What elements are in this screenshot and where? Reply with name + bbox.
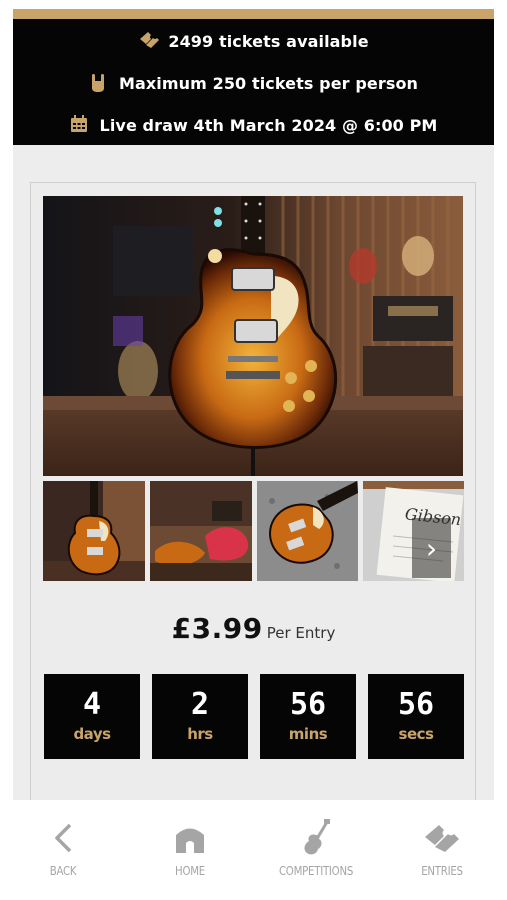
guitar-icon xyxy=(266,818,366,858)
countdown-days: 4 days xyxy=(44,674,140,759)
nav-home-label: HOME xyxy=(175,864,205,878)
nav-entries-label: ENTRIES xyxy=(421,864,463,878)
tickets-available-text: 2499 tickets available xyxy=(168,31,369,51)
thumbnail-1[interactable] xyxy=(43,481,145,581)
calendar-icon xyxy=(70,115,92,135)
nav-back[interactable]: BACK xyxy=(13,800,113,900)
chevron-left-icon xyxy=(13,818,113,858)
max-per-person-row: Maximum 250 tickets per person xyxy=(13,69,494,97)
countdown-minutes-value: 56 xyxy=(289,687,327,722)
nav-home[interactable]: HOME xyxy=(140,800,240,900)
entry-price: £3.99 xyxy=(171,612,263,645)
rock-hand-icon xyxy=(89,73,111,93)
countdown-minutes-label: mins xyxy=(288,725,328,743)
nav-competitions[interactable]: COMPETITIONS xyxy=(266,800,366,900)
countdown-hours-label: hrs xyxy=(187,725,213,743)
tickets-available-row: 2499 tickets available xyxy=(13,27,494,55)
countdown-minutes: 56 mins xyxy=(260,674,356,759)
countdown-hours: 2 hrs xyxy=(152,674,248,759)
nav-back-label: BACK xyxy=(49,864,77,878)
tickets-icon xyxy=(392,818,492,858)
bottom-navigation: BACK HOME COMPETITIONS ENTRIES xyxy=(0,800,507,900)
live-draw-row: Live draw 4th March 2024 @ 6:00 PM xyxy=(13,111,494,139)
competition-info-banner: 2499 tickets available Maximum 250 ticke… xyxy=(13,19,494,145)
chevron-right-icon: › xyxy=(425,531,438,565)
main-product-image[interactable] xyxy=(43,196,463,476)
nav-entries[interactable]: ENTRIES xyxy=(392,800,492,900)
price-line: £3.99 Per Entry xyxy=(0,612,507,645)
countdown-days-label: days xyxy=(73,725,111,743)
countdown-days-value: 4 xyxy=(82,687,102,722)
gallery-next-button[interactable]: › xyxy=(412,518,451,578)
countdown-seconds-label: secs xyxy=(398,725,434,743)
countdown-seconds-value: 56 xyxy=(397,687,435,722)
max-per-person-text: Maximum 250 tickets per person xyxy=(118,73,419,93)
countdown-hours-value: 2 xyxy=(190,687,210,722)
competition-page: 2499 tickets available Maximum 250 ticke… xyxy=(0,0,507,900)
thumbnail-2[interactable] xyxy=(150,481,252,581)
home-icon xyxy=(140,818,240,858)
tickets-icon xyxy=(138,31,160,51)
thumbnail-3[interactable] xyxy=(257,481,358,581)
per-entry-label: Per Entry xyxy=(266,624,336,642)
countdown-seconds: 56 secs xyxy=(368,674,464,759)
nav-competitions-label: COMPETITIONS xyxy=(278,864,354,878)
live-draw-text: Live draw 4th March 2024 @ 6:00 PM xyxy=(99,115,438,135)
top-accent-bar xyxy=(13,9,494,19)
